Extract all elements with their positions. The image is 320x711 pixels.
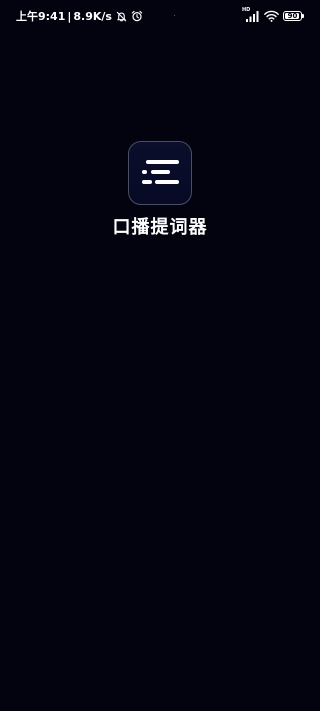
logo-line-3a (142, 180, 152, 184)
camera-dot (174, 15, 175, 16)
alarm-clock-icon (131, 10, 143, 22)
app-logo (128, 141, 192, 205)
status-separator: | (67, 9, 72, 23)
logo-line-1 (146, 160, 179, 164)
bell-off-icon (116, 11, 127, 21)
wifi-icon (264, 10, 279, 22)
status-bar: 上午9:41 | 8.9K/s HD 90 (0, 0, 320, 32)
logo-line-2b (151, 170, 170, 174)
cellular-signal-icon: HD (242, 7, 260, 23)
status-bar-right: HD 90 (242, 7, 304, 24)
app-name: 口播提词器 (112, 217, 208, 238)
logo-line-3b (155, 180, 179, 184)
logo-line-2a (142, 170, 147, 174)
status-bar-left: 上午9:41 | 8.9K/s (16, 8, 143, 24)
network-speed: 8.9K/s (73, 9, 112, 23)
battery-level: 90 (287, 12, 298, 20)
battery-icon: 90 (283, 11, 304, 21)
clock: 上午9:41 (16, 10, 66, 23)
